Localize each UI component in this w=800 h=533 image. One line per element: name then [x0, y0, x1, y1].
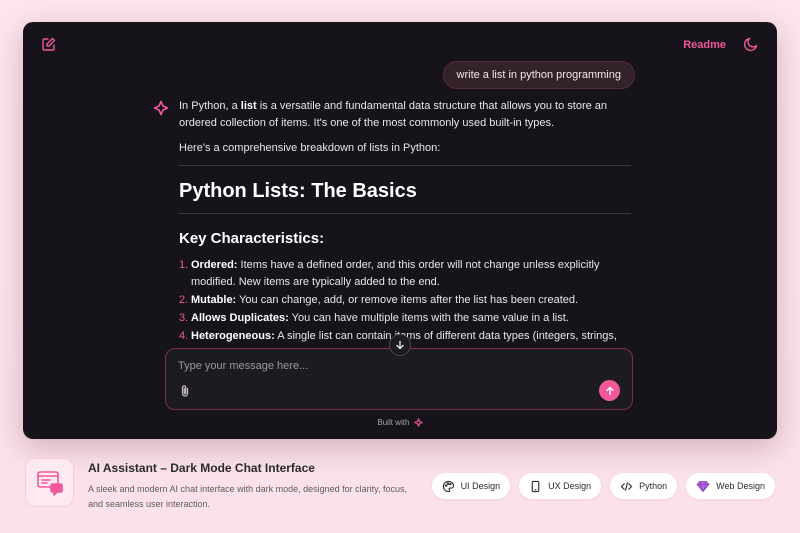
phone-icon	[531, 480, 540, 492]
tag-web-design[interactable]: Web Design	[686, 473, 775, 499]
list-item: 1. Ordered: Items have a defined order, a…	[179, 259, 600, 288]
code-icon	[620, 481, 633, 491]
readme-link[interactable]: Readme	[683, 39, 726, 51]
list-item: 3. Allows Duplicates: You can have multip…	[179, 312, 569, 324]
message-input[interactable]	[178, 357, 598, 375]
built-with-note: Built with	[23, 418, 777, 427]
list-item: 2. Mutable: You can change, add, or remov…	[179, 294, 579, 306]
divider	[179, 165, 631, 166]
chat-app-icon	[25, 458, 74, 507]
project-description: A sleek and modern AI chat interface wit…	[88, 484, 407, 509]
characteristics-list: 1. Ordered: Items have a defined order, a…	[179, 257, 631, 345]
send-button[interactable]	[599, 380, 620, 401]
scroll-down-button[interactable]	[389, 334, 411, 356]
paperclip-icon[interactable]	[178, 384, 192, 398]
response-heading: Python Lists: The Basics	[179, 180, 417, 202]
assistant-message: In Python, a list is a versatile and fun…	[179, 98, 631, 358]
user-message: write a list in python programming	[442, 61, 635, 89]
new-chat-icon[interactable]	[41, 36, 57, 52]
response-subheading: Key Characteristics:	[179, 230, 325, 247]
arrow-down-icon	[396, 340, 404, 350]
moon-icon[interactable]	[743, 36, 759, 52]
sparkle-icon	[153, 100, 169, 116]
message-composer	[165, 348, 633, 410]
diamond-icon	[696, 480, 710, 492]
intro-paragraph: In Python, a list is a versatile and fun…	[179, 100, 608, 129]
project-title: AI Assistant – Dark Mode Chat Interface	[88, 461, 315, 475]
tag-ui-design[interactable]: UI Design	[431, 473, 511, 499]
tag-python[interactable]: Python	[610, 473, 678, 499]
sparkle-icon	[413, 418, 423, 427]
tag-ux-design[interactable]: UX Design	[519, 473, 602, 499]
divider	[179, 213, 631, 214]
breakdown-paragraph: Here's a comprehensive breakdown of list…	[179, 142, 441, 154]
tag-list: UI Design UX Design Python Web Design	[431, 473, 775, 499]
chat-window: Readme write a list in python programmin…	[23, 22, 777, 439]
arrow-up-icon	[605, 386, 614, 395]
palette-icon	[442, 480, 454, 492]
